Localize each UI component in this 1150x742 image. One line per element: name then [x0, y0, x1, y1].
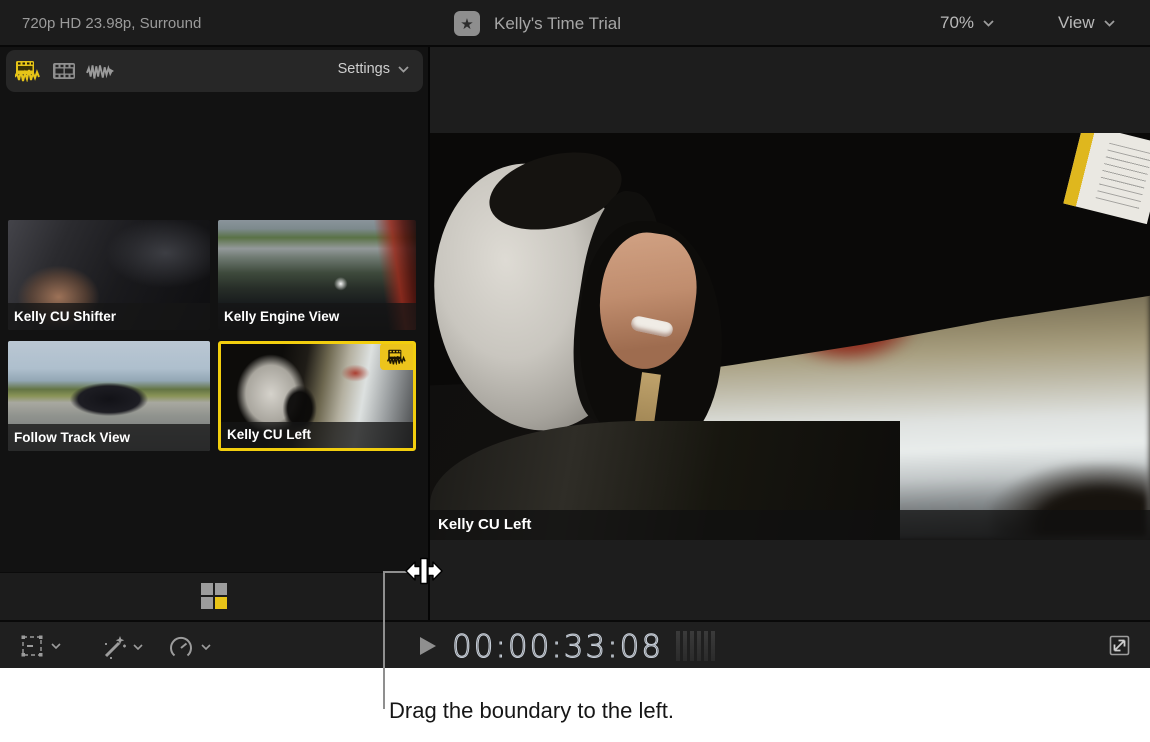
final-cut-pro-window: 720p HD 23.98p, Surround ★ Kelly's Time … — [0, 0, 1150, 742]
angle-bank-selector-button[interactable] — [201, 583, 227, 609]
star-icon: ★ — [460, 15, 473, 33]
magic-wand-icon — [100, 634, 126, 660]
timecode-display[interactable]: 00:00:33:08 — [452, 629, 663, 665]
transform-tools-menu[interactable] — [20, 634, 61, 658]
display-mode-video-only-button[interactable] — [50, 60, 78, 82]
top-bar: 720p HD 23.98p, Surround ★ Kelly's Time … — [0, 0, 1150, 47]
retime-menu[interactable] — [168, 634, 211, 660]
angle-thumbnail-kelly-cu-left-selected[interactable]: Kelly CU Left — [218, 341, 416, 451]
viewer-video-frame: Kelly CU Left — [430, 133, 1150, 540]
chevron-down-icon — [983, 20, 994, 27]
angle-label: Kelly CU Shifter — [8, 303, 210, 330]
transform-crop-icon — [20, 634, 44, 658]
chevron-down-icon — [133, 644, 143, 650]
angle-label: Follow Track View — [8, 424, 210, 451]
angle-label: Kelly CU Left — [221, 422, 413, 448]
angle-viewer-header: Settings — [6, 50, 423, 92]
chevron-down-icon — [51, 643, 61, 649]
bank-cell — [201, 583, 213, 595]
bank-cell — [215, 583, 227, 595]
angle-label: Kelly Engine View — [218, 303, 416, 330]
callout-line-vertical — [383, 571, 385, 709]
chevron-down-icon — [398, 66, 409, 73]
viewer-panel: Kelly CU Left — [430, 47, 1150, 620]
bank-cell — [201, 597, 213, 609]
zoom-level-value: 70% — [940, 13, 974, 33]
angle-viewer-footer — [0, 572, 428, 620]
angle-thumbnail-follow-track-view[interactable]: Follow Track View — [8, 341, 210, 451]
resize-horizontal-cursor-icon — [405, 556, 443, 591]
favorite-star-button[interactable]: ★ — [454, 11, 480, 36]
chevron-down-icon — [201, 644, 211, 650]
speedometer-icon — [168, 634, 194, 660]
settings-menu-label: Settings — [338, 61, 390, 77]
waveform-icon — [86, 62, 114, 80]
audio-meters — [676, 631, 715, 661]
active-angle-badge — [380, 343, 414, 370]
filmstrip-icon — [52, 62, 76, 80]
enhancements-menu[interactable] — [100, 634, 143, 660]
fullscreen-expand-icon — [1106, 632, 1133, 659]
angle-thumbnail-kelly-cu-shifter[interactable]: Kelly CU Shifter — [8, 220, 210, 330]
display-mode-video-audio-button[interactable] — [14, 60, 42, 82]
viewer-angle-label: Kelly CU Left — [430, 510, 1150, 540]
view-menu[interactable]: View — [1058, 13, 1115, 33]
display-mode-audio-only-button[interactable] — [86, 60, 114, 82]
play-button[interactable] — [420, 637, 436, 655]
angle-viewer-settings-menu[interactable]: Settings — [338, 61, 409, 77]
chevron-down-icon — [1104, 20, 1115, 27]
annotation-caption: Drag the boundary to the left. — [389, 698, 674, 724]
bank-cell-active — [215, 597, 227, 609]
project-title[interactable]: Kelly's Time Trial — [494, 14, 621, 34]
project-format-label: 720p HD 23.98p, Surround — [22, 15, 201, 32]
viewer-zoom-menu[interactable]: 70% — [940, 13, 994, 33]
view-menu-label: View — [1058, 13, 1095, 33]
angle-thumbnail-kelly-engine-view[interactable]: Kelly Engine View — [218, 220, 416, 330]
transport-bar: 00:00:33:08 — [0, 620, 1150, 668]
filmstrip-waveform-icon — [15, 60, 41, 82]
angle-viewer-panel: Settings Kelly CU Shifter Kelly Engine V… — [0, 47, 428, 620]
fullscreen-button[interactable] — [1106, 632, 1133, 664]
filmstrip-waveform-icon — [387, 349, 407, 365]
